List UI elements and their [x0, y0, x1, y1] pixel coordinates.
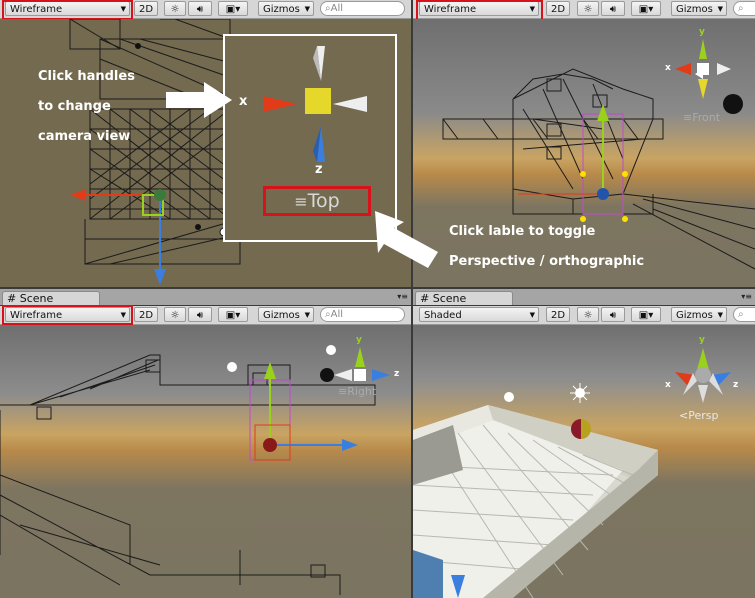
- tab-menu-icon[interactable]: ▾≡: [397, 292, 408, 301]
- projection-label-text: Front: [692, 111, 721, 124]
- annotation-handles-line3: camera view: [38, 129, 131, 144]
- gizmos-label: Gizmos: [263, 4, 300, 15]
- search-placeholder: All: [330, 309, 344, 320]
- sun-icon[interactable]: ☼: [164, 1, 186, 16]
- search-placeholder: All: [330, 3, 344, 14]
- tab-scene[interactable]: # Scene: [2, 291, 100, 305]
- image-icon[interactable]: ▣▾: [218, 1, 248, 16]
- scene-view-bottom-right: # Scene ▾≡ Shaded ▼ 2D ☼ 🔊︎ ▣▾ Gizmos ▼ ⌕: [413, 289, 755, 598]
- sun-icon[interactable]: ☼: [164, 307, 186, 322]
- tab-scene-label: Scene: [19, 292, 54, 305]
- search-icon: ⌕: [738, 309, 744, 320]
- projection-label[interactable]: <Persp: [679, 409, 718, 422]
- projection-label-text: Right: [347, 385, 377, 398]
- draw-mode-highlight: [2, 305, 133, 325]
- callout-arrow-handles: [166, 82, 232, 118]
- scene-tab-icon: #: [7, 292, 17, 305]
- chevron-down-icon: ▼: [717, 311, 723, 319]
- scene-view-top-right: Wireframe ▼ 2D ☼ 🔊︎ ▣▾ Gizmos ▼ ⌕ y x ≡F…: [413, 0, 755, 287]
- scene-view-bottom-left: # Scene ▾≡ Wireframe ▼ 2D ☼ 🔊︎ ▣▾ Gizmos ▼…: [0, 289, 411, 598]
- orientation-gizmo[interactable]: [675, 348, 731, 403]
- gizmos-dropdown[interactable]: Gizmos ▼: [671, 1, 727, 16]
- annotation-label-line1: Click lable to toggle: [449, 224, 596, 239]
- image-icon[interactable]: ▣▾: [631, 1, 661, 16]
- left-angle-icon: <: [679, 409, 689, 422]
- scene-toolbar: Shaded ▼ 2D ☼ 🔊︎ ▣▾ Gizmos ▼ ⌕: [413, 306, 755, 325]
- search-icon: ⌕: [738, 3, 744, 14]
- speaker-icon[interactable]: 🔊︎: [188, 1, 212, 16]
- tab-scene[interactable]: # Scene: [415, 291, 513, 305]
- gizmos-label: Gizmos: [676, 4, 713, 15]
- search-input[interactable]: ⌕All: [320, 1, 405, 16]
- image-icon[interactable]: ▣▾: [218, 307, 248, 322]
- wireframe-scene: [442, 39, 755, 270]
- draw-mode-dropdown[interactable]: Shaded ▼: [419, 307, 539, 322]
- search-input[interactable]: ⌕All: [320, 307, 405, 322]
- scene-tab-icon: #: [420, 292, 430, 305]
- chevron-down-icon: ▼: [304, 311, 310, 319]
- wireframe-scene: [0, 345, 390, 595]
- projection-label[interactable]: ≡Front: [683, 111, 720, 124]
- scene-viewport[interactable]: y x z <Persp: [413, 325, 755, 598]
- tab-bar: # Scene ▾≡: [0, 289, 411, 305]
- tab-bar: # Scene ▾≡: [413, 289, 755, 305]
- annotation-handles-line2: to change: [38, 99, 111, 114]
- tab-scene-label: Scene: [432, 292, 467, 305]
- 2d-toggle-button[interactable]: 2D: [546, 1, 570, 16]
- projection-label-text: Persp: [688, 409, 719, 422]
- scene-viewport[interactable]: y z ≡Right: [0, 325, 411, 598]
- gizmos-dropdown[interactable]: Gizmos ▼: [671, 307, 727, 322]
- gizmos-label: Gizmos: [263, 310, 300, 321]
- gizmos-dropdown[interactable]: Gizmos ▼: [258, 307, 314, 322]
- gizmo-axis-z-label: z: [733, 380, 739, 390]
- chevron-down-icon: ▼: [529, 311, 535, 319]
- 2d-toggle-button[interactable]: 2D: [134, 307, 158, 322]
- gizmo-axis-z-label: z: [394, 369, 400, 379]
- 2d-toggle-button[interactable]: 2D: [134, 1, 158, 16]
- search-input[interactable]: ⌕: [733, 1, 755, 16]
- search-input[interactable]: ⌕: [733, 307, 755, 322]
- sun-icon[interactable]: ☼: [577, 307, 599, 322]
- gizmos-dropdown[interactable]: Gizmos ▼: [258, 1, 314, 16]
- menu-lines-icon: ≡: [338, 385, 348, 398]
- scene-viewport[interactable]: y x ≡Front: [413, 19, 755, 287]
- scene-view-top-left: Wireframe ▼ 2D ☼ 🔊︎ ▣▾ Gizmos ▼ ⌕All x z…: [0, 0, 411, 287]
- gizmo-axis-y-label: y: [699, 27, 705, 37]
- gizmo-axis-y-label: y: [699, 335, 705, 345]
- chevron-down-icon: ▼: [717, 5, 723, 13]
- speaker-icon[interactable]: 🔊︎: [188, 307, 212, 322]
- speaker-icon[interactable]: 🔊︎: [601, 307, 625, 322]
- gizmo-axis-x-label: x: [665, 380, 671, 390]
- shaded-scene: [413, 348, 731, 598]
- tab-menu-icon[interactable]: ▾≡: [741, 292, 752, 301]
- gizmos-label: Gizmos: [676, 310, 713, 321]
- orientation-gizmo[interactable]: [675, 39, 743, 114]
- gizmo-axis-y-label: y: [356, 335, 362, 345]
- draw-mode-highlight: [2, 0, 133, 20]
- image-icon[interactable]: ▣▾: [631, 307, 661, 322]
- 2d-toggle-button[interactable]: 2D: [546, 307, 570, 322]
- menu-lines-icon: ≡: [683, 111, 693, 124]
- orientation-gizmo[interactable]: [320, 345, 390, 382]
- gizmo-axis-x-label: x: [665, 63, 671, 73]
- projection-label[interactable]: ≡Right: [338, 385, 376, 398]
- sun-icon[interactable]: ☼: [577, 1, 599, 16]
- speaker-icon[interactable]: 🔊︎: [601, 1, 625, 16]
- annotation-handles-line1: Click handles: [38, 69, 135, 84]
- draw-mode-value: Shaded: [424, 310, 462, 321]
- chevron-down-icon: ▼: [304, 5, 310, 13]
- scene-viewport[interactable]: x z ≡Top Click handles to change camera …: [0, 19, 411, 287]
- annotation-label-line2: Perspective / orthographic: [449, 254, 645, 269]
